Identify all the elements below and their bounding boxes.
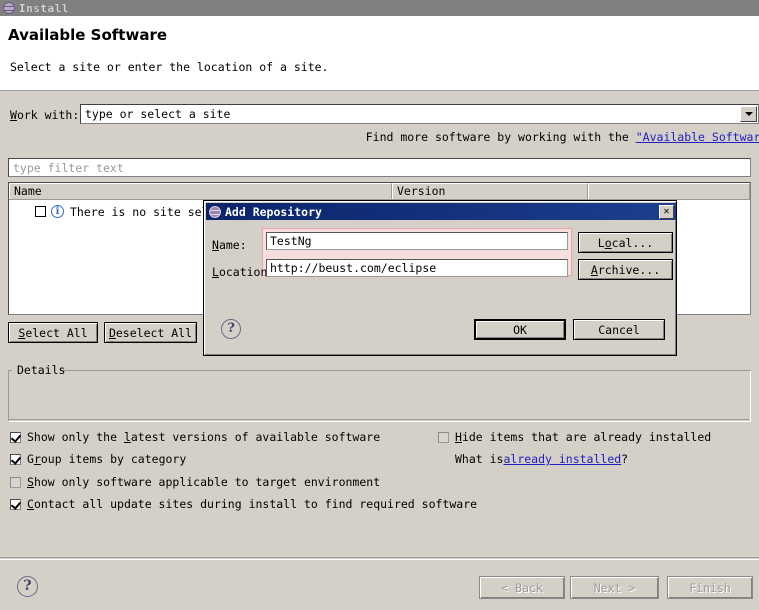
details-group-label: Details [17,363,66,377]
option-show-applicable-to-target[interactable]: Show only software applicable to target … [10,475,380,489]
next-button[interactable]: Next > [570,576,659,599]
find-more-text: Find more software by working with the [365,130,636,144]
column-header-version[interactable]: Version [392,183,588,199]
question-mark-icon[interactable]: ? [17,576,38,597]
work-with-label: Work with: [10,108,80,122]
checkbox[interactable] [10,453,21,465]
window-title: Install [19,1,69,15]
deselect-all-button[interactable]: Deselect All [104,322,197,343]
select-all-button[interactable]: Select All [8,322,98,343]
column-header-name[interactable]: Name [9,183,392,199]
add-repository-dialog: Add Repository ✕ Name: TestNg Location: … [203,200,677,356]
work-with-combo[interactable]: type or select a site [80,104,759,124]
location-label: Location: [212,265,275,279]
back-button[interactable]: < Back [479,576,565,599]
window-title-bar: Install [0,0,759,16]
close-icon[interactable]: ✕ [659,204,674,219]
find-more-software-line: Find more software by working with the "… [0,130,759,144]
dialog-title: Add Repository [225,204,322,219]
available-software-sites-link[interactable]: "Available Software Sit [636,130,759,144]
option-hide-already-installed[interactable]: Hide items that are already installed [438,430,711,444]
filter-input[interactable]: type filter text [8,158,751,177]
globe-icon [209,205,221,218]
option-label: Contact all update sites during install … [27,497,478,511]
option-label: Show only software applicable to target … [27,475,381,489]
page-subtitle: Select a site or enter the location of a… [10,60,329,74]
option-show-latest-versions[interactable]: Show only the latest versions of availab… [10,430,380,444]
option-label: Show only the latest versions of availab… [27,430,381,444]
local-button[interactable]: Lo cal... [578,232,673,253]
checkbox[interactable] [10,431,21,443]
install-wizard-window: Install Available Software Select a site… [0,0,759,610]
work-with-input[interactable]: type or select a site [81,107,740,121]
already-installed-link[interactable]: already installed [503,452,621,466]
filter-placeholder: type filter text [13,160,124,175]
chevron-down-icon[interactable] [740,106,757,122]
option-label: Hide items that are already installed [455,430,712,444]
checkbox[interactable] [10,498,21,510]
details-group [8,371,751,422]
name-label: Name: [212,238,247,252]
globe-icon [3,2,15,14]
page-title: Available Software [8,26,168,44]
ok-button[interactable]: OK [474,319,566,340]
cancel-button[interactable]: Cancel [573,319,665,340]
finish-button[interactable]: Finish [667,576,753,599]
dialog-title-bar: Add Repository ✕ [206,203,676,220]
option-contact-all-update-sites[interactable]: Contact all update sites during install … [10,497,477,511]
name-field[interactable]: TestNg [266,232,568,250]
row-name: There is no site selec [70,204,223,219]
row-checkbox[interactable] [35,206,46,217]
what-is-prefix: What is [455,452,504,466]
archive-button[interactable]: Archive... [578,259,673,280]
info-icon: i [51,205,64,218]
option-group-by-category[interactable]: Group items by category [10,452,186,466]
location-field[interactable]: http://beust.com/eclipse [266,259,568,277]
column-header-blank[interactable] [588,183,750,199]
option-label: Group items by category [27,452,187,466]
wizard-header: Available Software Select a site or ente… [0,16,759,91]
checkbox[interactable] [438,431,449,443]
what-is-suffix: ? [621,452,629,466]
question-mark-icon[interactable]: ? [221,319,241,339]
table-header-row: Name Version [9,183,750,200]
checkbox[interactable] [10,476,21,488]
what-is-already-installed-line: What is already installed? [455,452,628,466]
